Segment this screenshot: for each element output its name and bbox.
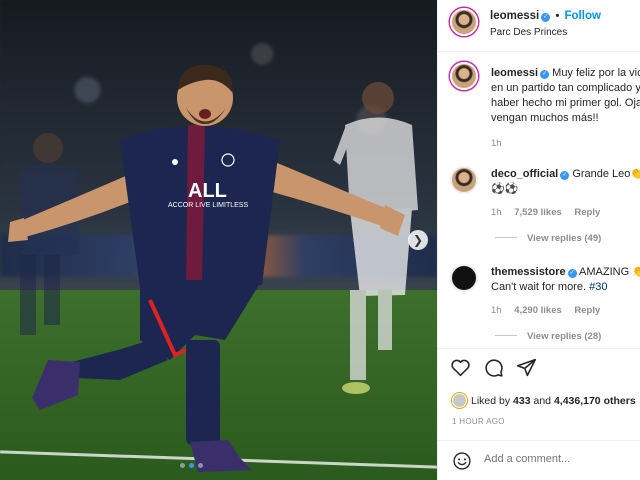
comment-meta: 1h 7,529 likes Reply [491,207,610,218]
verified-icon: ✓ [567,269,577,278]
comment-meta: 1h 4,290 likes Reply [491,305,610,316]
smile-icon[interactable] [452,451,472,471]
carousel-dots [180,463,203,468]
liked-prefix: Liked by [471,395,511,407]
avatar[interactable] [450,8,478,36]
comment-time: 1h [491,305,502,316]
follow-button[interactable]: Follow [565,10,601,22]
post-photo[interactable]: ALL ACCOR LIVE LIMITLESS ❯ [0,0,437,480]
author-username[interactable]: leomessi [490,10,539,22]
avatar[interactable] [450,62,478,90]
comment-body-line2: Can't wait for more. [491,281,587,293]
reply-button[interactable]: Reply [574,207,600,218]
svg-text:ACCOR LIVE LIMITLESS: ACCOR LIVE LIMITLESS [168,202,248,209]
liked-and: and [533,395,552,407]
svg-text:ALL: ALL [188,180,227,202]
hashtag-link[interactable]: #30 [589,281,607,293]
verified-icon: ✓ [540,70,550,79]
comment-body: AMAZING 👏 [579,266,640,278]
view-replies-button[interactable]: View replies (28) [495,331,601,342]
comment-text: deco_official ✓ Grande Leo👏 ⚽⚽ [491,167,640,197]
comment-icon[interactable] [483,357,504,378]
caption-text: leomessi✓ Muy feliz por la victoria en u… [491,66,640,126]
avatar[interactable] [450,264,478,292]
carousel-dot-active [189,463,194,468]
comment-emoji: ⚽⚽ [491,183,519,195]
carousel-dot [180,463,185,468]
share-icon[interactable] [516,357,537,378]
background-player [333,82,418,394]
liked-user[interactable]: 433 [513,395,531,407]
reply-button[interactable]: Reply [574,305,600,316]
caption-meta: 1h [491,138,512,149]
comment-input[interactable] [484,453,634,465]
view-replies-button[interactable]: View replies (49) [495,233,601,244]
post-side-panel: leomessi ✓ • Follow Parc Des Princes leom… [437,0,640,480]
comment-text: themessistore ✓ AMAZING 👏 Can't wait for … [491,265,640,295]
header-user-line: leomessi ✓ • Follow [490,10,601,22]
comment-body: Grande Leo👏 [572,168,640,180]
verified-icon: ✓ [560,171,570,180]
action-icons [450,357,537,378]
players-illustration: ALL ACCOR LIVE LIMITLESS [8,64,418,472]
comment-likes[interactable]: 7,529 likes [514,207,562,218]
caption-time: 1h [491,138,502,149]
comment-username[interactable]: deco_official [491,168,558,180]
comments-list[interactable]: leomessi✓ Muy feliz por la victoria en u… [438,52,640,348]
separator-dot: • [555,10,560,22]
post-actions: Liked by 433 and 4,436,170 others 1 HOUR… [438,348,640,480]
comment-composer [438,440,640,480]
carousel-dot [198,463,203,468]
avatar[interactable] [450,166,478,194]
comment-likes[interactable]: 4,290 likes [514,305,562,316]
caption-username[interactable]: leomessi [491,67,538,79]
heart-icon[interactable] [450,357,471,378]
chevron-right-icon[interactable]: ❯ [408,230,428,250]
likes-summary: Liked by 433 and 4,436,170 others [452,393,636,408]
liked-count[interactable]: 4,436,170 others [554,395,636,407]
location-link[interactable]: Parc Des Princes [490,27,567,38]
post-header: leomessi ✓ • Follow Parc Des Princes [438,0,640,52]
comment-time: 1h [491,207,502,218]
verified-icon: ✓ [541,13,551,22]
comment-username[interactable]: themessistore [491,266,566,278]
avatar[interactable] [452,393,467,408]
post-timestamp[interactable]: 1 HOUR AGO [452,417,505,426]
